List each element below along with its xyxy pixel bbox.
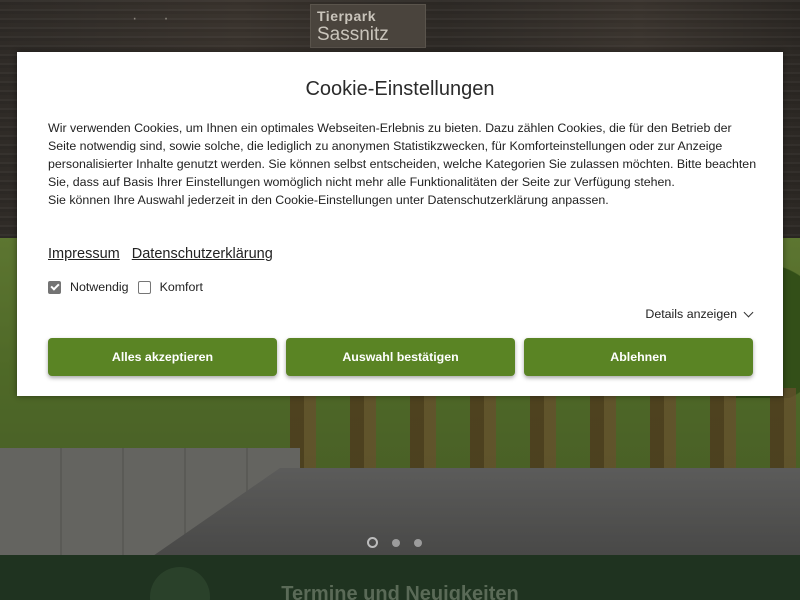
site-logo[interactable]: Tierpark Sassnitz (310, 4, 426, 48)
news-section: Termine und Neuigkeiten (0, 555, 800, 600)
privacy-link[interactable]: Datenschutzerklärung (132, 246, 273, 262)
cookie-description: Wir verwenden Cookies, um Ihnen ein opti… (48, 119, 758, 209)
comfort-checkbox[interactable] (137, 280, 151, 294)
necessary-label: Notwendig (70, 280, 129, 294)
slider-dot-2[interactable] (392, 538, 400, 547)
details-toggle[interactable]: Details anzeigen (645, 307, 754, 321)
chevron-down-icon (743, 307, 754, 317)
logo-line2: Sassnitz (317, 24, 389, 45)
logo-line1: Tierpark (317, 8, 376, 24)
cookie-paragraph-1: Wir verwenden Cookies, um Ihnen ein opti… (48, 121, 757, 189)
consent-options: Notwendig Komfort (48, 280, 212, 294)
confirm-selection-button[interactable]: Auswahl bestätigen (286, 338, 515, 376)
cookie-modal: Cookie-Einstellungen Wir verwenden Cooki… (17, 52, 783, 396)
news-heading: Termine und Neuigkeiten (281, 583, 519, 600)
slider-dot-1[interactable] (367, 537, 378, 548)
cookie-paragraph-2: Sie können Ihre Auswahl jederzeit in den… (48, 193, 609, 207)
slider-dot-3[interactable] (414, 538, 422, 547)
imprint-link[interactable]: Impressum (48, 246, 120, 262)
comfort-label: Komfort (159, 280, 203, 294)
necessary-checkbox[interactable] (48, 280, 61, 294)
nav-faded: · · (132, 10, 169, 27)
slider-dots (367, 537, 422, 548)
accept-all-button[interactable]: Alles akzeptieren (48, 338, 277, 376)
legal-links: Impressum Datenschutzerklärung (48, 246, 281, 262)
details-label: Details anzeigen (645, 307, 737, 321)
cookie-button-row: Alles akzeptieren Auswahl bestätigen Abl… (48, 338, 753, 376)
cookie-title: Cookie-Einstellungen (305, 78, 495, 100)
decline-button[interactable]: Ablehnen (524, 338, 753, 376)
